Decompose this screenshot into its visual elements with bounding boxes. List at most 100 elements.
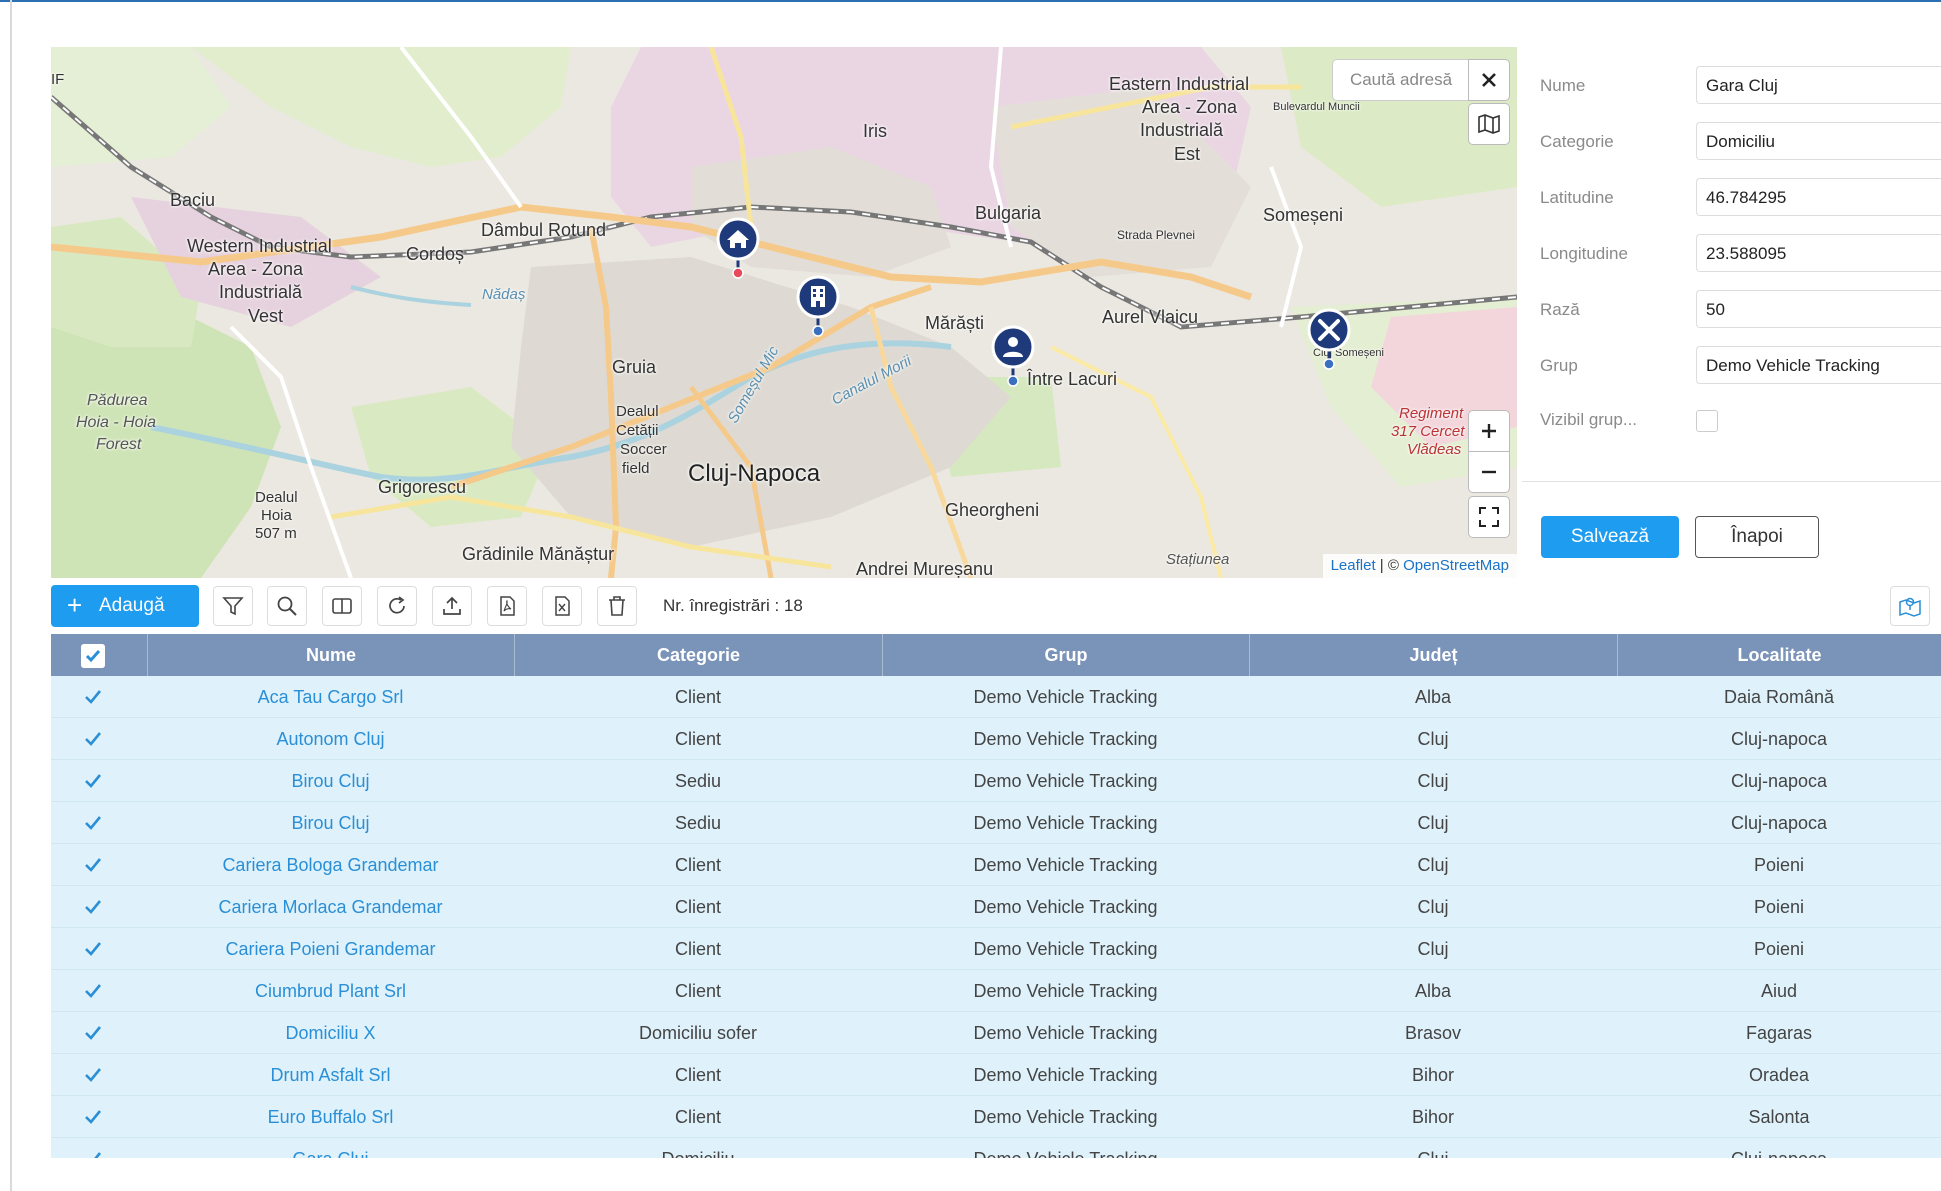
table-row[interactable]: Domiciliu X Domiciliu sofer Demo Vehicle T… — [51, 1012, 1941, 1054]
map-label-iris: Iris — [863, 121, 887, 141]
cell-category: Client — [674, 981, 722, 1001]
cell-name[interactable]: Cariera Morlaca Grandemar — [147, 886, 514, 928]
table-row[interactable]: Aca Tau Cargo Srl Client Demo Vehicle Trac… — [51, 676, 1941, 718]
form-row-name: Nume Gara Cluj — [1522, 66, 1941, 106]
radius-input[interactable]: 50 — [1696, 290, 1941, 328]
leaflet-link[interactable]: Leaflet — [1331, 557, 1376, 574]
map-marker-office[interactable] — [795, 275, 841, 337]
category-select[interactable]: Domiciliu — [1696, 122, 1941, 160]
name-input[interactable]: Gara Cluj — [1696, 66, 1941, 104]
row-checkbox[interactable] — [83, 1107, 103, 1127]
table-row[interactable]: Ciumbrud Plant Srl Client Demo Vehicle Tra… — [51, 970, 1941, 1012]
table-row[interactable]: Cariera Morlaca Grandemar Client Demo Vehi… — [51, 886, 1941, 928]
close-icon[interactable] — [1469, 60, 1509, 100]
cell-group: Demo Vehicle Tracking — [973, 1023, 1158, 1043]
latitude-input[interactable]: 46.784295 — [1696, 178, 1941, 216]
row-checkbox[interactable] — [83, 1023, 103, 1043]
back-button[interactable]: Înapoi — [1695, 516, 1819, 558]
export-button[interactable] — [432, 586, 472, 626]
cell-name[interactable]: Euro Buffalo Srl — [147, 1096, 514, 1138]
cell-name[interactable]: Aca Tau Cargo Srl — [147, 676, 514, 718]
export-excel-button[interactable] — [542, 586, 582, 626]
column-header-group[interactable]: Grup — [882, 634, 1249, 676]
cell-name[interactable]: Gara Cluj — [147, 1138, 514, 1158]
cell-locality: Poieni — [1753, 897, 1805, 917]
visible-group-checkbox[interactable] — [1696, 410, 1718, 432]
map-toggle-button[interactable] — [1890, 586, 1930, 626]
map-marker-service[interactable] — [1306, 308, 1352, 370]
cell-name[interactable]: Domiciliu X — [147, 1012, 514, 1054]
row-checkbox[interactable] — [83, 687, 103, 707]
cell-name[interactable]: Cariera Bologa Grandemar — [147, 844, 514, 886]
cell-category: Client — [674, 687, 722, 707]
table-row[interactable]: Euro Buffalo Srl Client Demo Vehicle Track… — [51, 1096, 1941, 1138]
cell-name[interactable]: Drum Asfalt Srl — [147, 1054, 514, 1096]
row-select-cell — [51, 1138, 146, 1158]
row-select-cell — [51, 844, 146, 886]
map-label-soccer: Soccer — [620, 441, 667, 458]
row-checkbox[interactable] — [83, 1065, 103, 1085]
row-checkbox[interactable] — [83, 771, 103, 791]
table-row[interactable]: Birou Cluj Sediu Demo Vehicle Tracking Cluj… — [51, 760, 1941, 802]
tools-icon — [1307, 308, 1351, 370]
row-checkbox[interactable] — [83, 897, 103, 917]
zoom-out-button[interactable] — [1469, 452, 1509, 492]
cell-locality: Fagaras — [1745, 1023, 1813, 1043]
map-label-industriala-w: Industrială — [219, 282, 303, 302]
table-row[interactable]: Gara ClujDomiciliuDemo Vehicle TrackingC… — [51, 1138, 1941, 1158]
group-select[interactable]: Demo Vehicle Tracking — [1696, 346, 1941, 384]
row-checkbox[interactable] — [83, 855, 103, 875]
cell-county: Brasov — [1404, 1023, 1462, 1043]
column-header-category[interactable]: Categorie — [514, 634, 882, 676]
zoom-in-button[interactable] — [1469, 411, 1509, 451]
column-header-locality[interactable]: Localitate — [1617, 634, 1941, 676]
table-row[interactable]: Birou Cluj Sediu Demo Vehicle Tracking Cluj… — [51, 802, 1941, 844]
cell-name[interactable]: Birou Cluj — [147, 760, 514, 802]
cell-county: Alba — [1414, 981, 1452, 1001]
row-checkbox[interactable] — [83, 981, 103, 1001]
cell-name[interactable]: Birou Cluj — [147, 802, 514, 844]
fullscreen-icon[interactable] — [1469, 497, 1509, 537]
map-label-regiment2: 317 Cercet — [1391, 423, 1465, 440]
cell-locality: Cluj-napoca — [1730, 729, 1828, 749]
row-checkbox[interactable] — [83, 729, 103, 749]
cell-name[interactable]: Ciumbrud Plant Srl — [147, 970, 514, 1012]
row-checkbox[interactable] — [83, 1149, 103, 1158]
map-label-gruia: Gruia — [612, 357, 657, 377]
map-marker-home[interactable] — [715, 217, 761, 279]
select-all-checkbox[interactable] — [81, 644, 105, 668]
map-icon[interactable] — [1469, 104, 1509, 144]
cell-name[interactable]: Autonom Cluj — [147, 718, 514, 760]
map-view[interactable]: IF Eastern Industrial Area - Zona Indust… — [51, 47, 1517, 578]
add-button[interactable]: + Adaugă — [51, 585, 199, 627]
filter-icon — [222, 597, 244, 616]
location-form: Nume Gara Cluj Categorie Domiciliu Latit… — [1522, 47, 1941, 578]
map-label-hoia2: Hoia — [261, 507, 292, 524]
column-header-county[interactable]: Județ — [1249, 634, 1617, 676]
cell-locality: Oradea — [1748, 1065, 1810, 1085]
longitude-input[interactable]: 23.588095 — [1696, 234, 1941, 272]
map-label-eastern: Eastern Industrial — [1109, 74, 1250, 94]
table-row[interactable]: Drum Asfalt Srl Client Demo Vehicle Tracki… — [51, 1054, 1941, 1096]
search-button[interactable] — [267, 586, 307, 626]
cell-locality: Aiud — [1760, 981, 1798, 1001]
filter-button[interactable] — [213, 586, 253, 626]
map-label-gheorgheni: Gheorgheni — [945, 500, 1040, 520]
columns-button[interactable] — [322, 586, 362, 626]
map-search-input[interactable]: Caută adresă — [1333, 60, 1469, 100]
osm-link[interactable]: OpenStreetMap — [1403, 557, 1509, 574]
row-checkbox[interactable] — [83, 813, 103, 833]
cell-name[interactable]: Cariera Poieni Grandemar — [147, 928, 514, 970]
delete-button[interactable] — [597, 586, 637, 626]
table-row[interactable]: Autonom Cluj Client Demo Vehicle Tracking C… — [51, 718, 1941, 760]
table-row[interactable]: Cariera Poieni Grandemar Client Demo Vehic… — [51, 928, 1941, 970]
table-row[interactable]: Cariera Bologa Grandemar Client Demo Vehic… — [51, 844, 1941, 886]
row-checkbox[interactable] — [83, 939, 103, 959]
map-label-someseni: Someșeni — [1263, 205, 1344, 225]
column-header-name[interactable]: Nume — [147, 634, 514, 676]
export-pdf-button[interactable] — [487, 586, 527, 626]
map-marker-client[interactable] — [990, 325, 1036, 387]
save-button[interactable]: Salvează — [1541, 516, 1679, 558]
refresh-button[interactable] — [377, 586, 417, 626]
map-label-area-zona-w: Area - Zona — [208, 259, 304, 279]
